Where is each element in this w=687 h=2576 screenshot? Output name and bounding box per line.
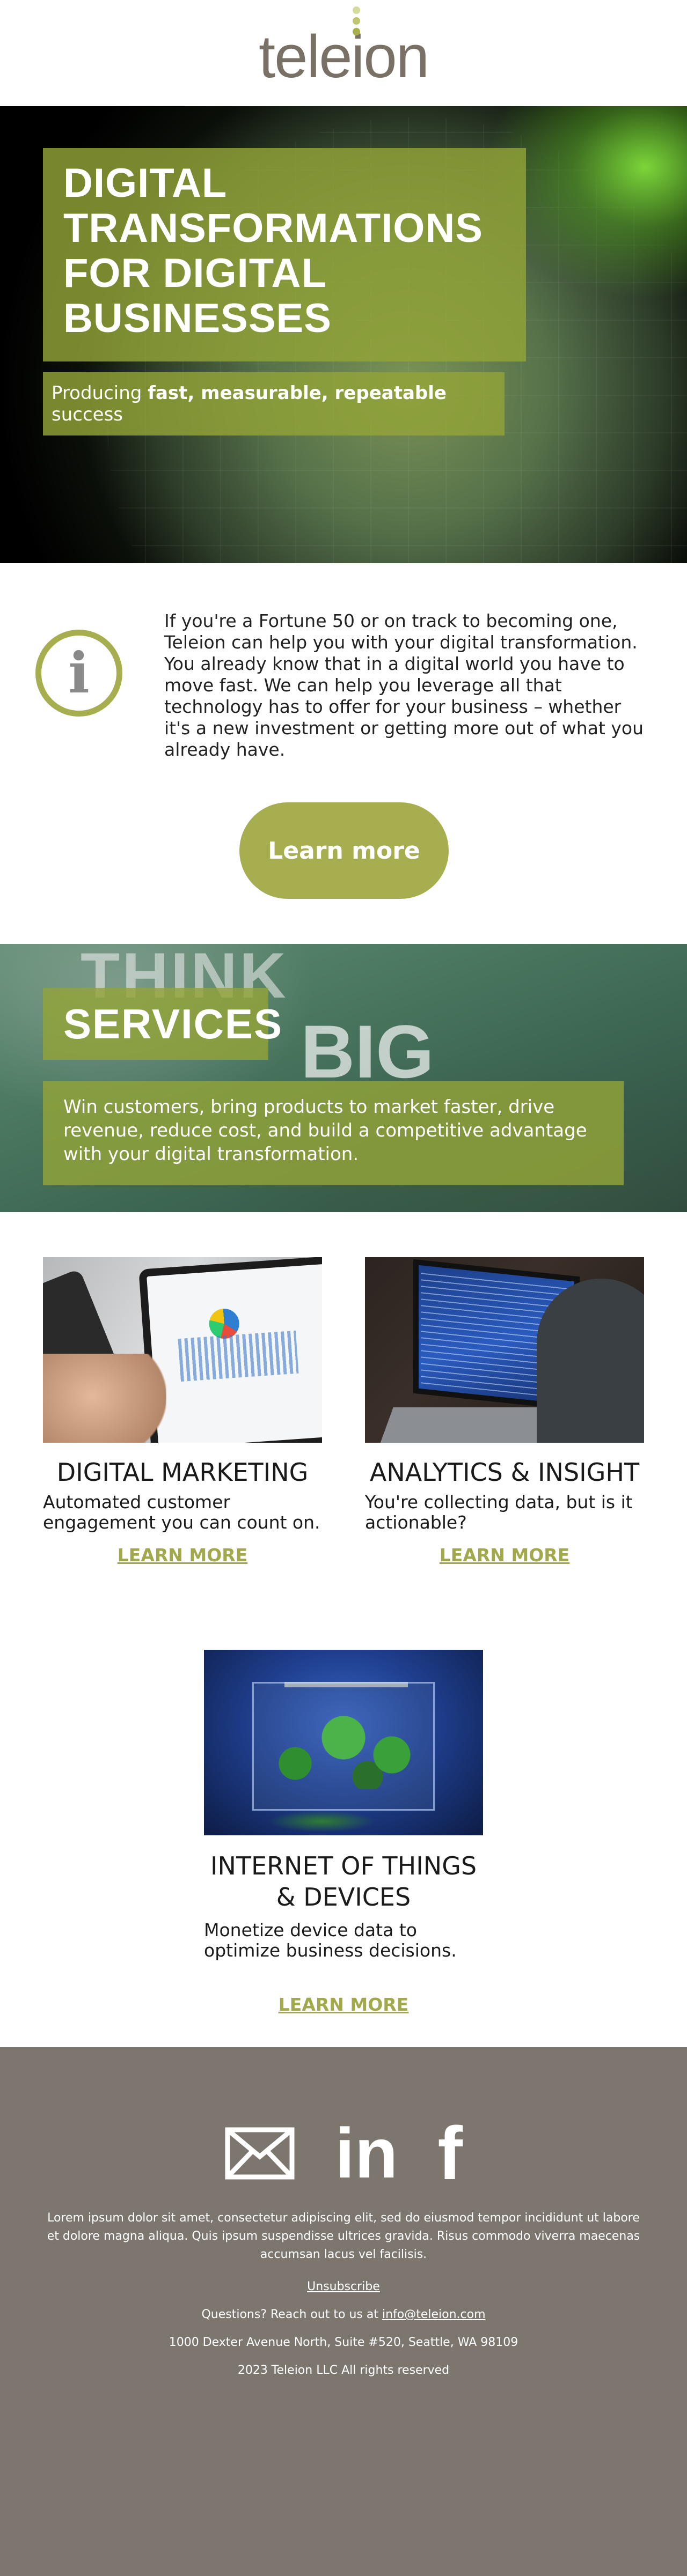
services-title: SERVICES xyxy=(63,1000,283,1047)
mail-icon[interactable] xyxy=(224,2127,295,2180)
contact-email-link[interactable]: info@teleion.com xyxy=(382,2308,486,2321)
hero-subtitle-bold: fast, measurable, repeatable xyxy=(148,382,447,404)
footer-lorem: Lorem ipsum dolor sit amet, consectetur … xyxy=(47,2211,640,2261)
footer-questions: Questions? Reach out to us at info@telei… xyxy=(43,2306,644,2324)
facebook-icon[interactable]: f xyxy=(437,2116,463,2191)
questions-prefix: Questions? Reach out to us at xyxy=(201,2308,382,2321)
info-icon: i xyxy=(35,630,122,717)
card-title: DIGITAL MARKETING xyxy=(56,1458,309,1487)
social-links: in f xyxy=(0,2116,687,2191)
unsubscribe-link[interactable]: Unsubscribe xyxy=(307,2280,380,2293)
footer-address: 1000 Dexter Avenue North, Suite #520, Se… xyxy=(169,2336,518,2349)
services-banner: THINK BIG SERVICES Win customers, bring … xyxy=(0,944,687,1212)
card-digital-marketing: DIGITAL MARKETING Automated customer eng… xyxy=(43,1257,322,1566)
hero-title-box: DIGITAL TRANSFORMATIONS FOR DIGITAL BUSI… xyxy=(43,148,526,361)
hero-subtitle-box: Producing fast, measurable, repeatable s… xyxy=(43,372,505,436)
digital-marketing-image xyxy=(43,1257,322,1443)
facebook-label: f xyxy=(437,2111,463,2195)
hero-subtitle-prefix: Producing xyxy=(52,382,148,404)
intro-text: If you're a Fortune 50 or on track to be… xyxy=(164,610,644,760)
card-description: You're collecting data, but is it action… xyxy=(365,1492,633,1533)
intro-section: i If you're a Fortune 50 or on track to … xyxy=(0,563,687,944)
learn-more-link[interactable]: LEARN MORE xyxy=(43,1545,322,1566)
services-title-box: SERVICES xyxy=(43,988,282,1060)
card-internet-of-things: INTERNET OF THINGS & DEVICES Monetize de… xyxy=(204,1650,483,2015)
learn-more-link[interactable]: LEARN MORE xyxy=(365,1545,644,1566)
card-description: Automated customer engagement you can co… xyxy=(43,1492,320,1533)
hero-title: DIGITAL TRANSFORMATIONS FOR DIGITAL BUSI… xyxy=(63,160,483,341)
internet-of-things-image xyxy=(204,1650,483,1835)
hero-banner: DIGITAL TRANSFORMATIONS FOR DIGITAL BUSI… xyxy=(0,106,687,563)
analytics-insight-image xyxy=(365,1257,644,1443)
logo-dots xyxy=(350,6,362,39)
learn-more-link[interactable]: LEARN MORE xyxy=(204,1994,483,2015)
service-cards: DIGITAL MARKETING Automated customer eng… xyxy=(0,1212,687,2047)
services-description: Win customers, bring products to market … xyxy=(63,1096,587,1165)
email-footer: in f Lorem ipsum dolor sit amet, consect… xyxy=(0,2047,687,2576)
linkedin-label: in xyxy=(335,2114,398,2193)
learn-more-button[interactable]: Learn more xyxy=(239,802,449,899)
services-description-box: Win customers, bring products to market … xyxy=(43,1081,624,1185)
teleion-logo[interactable]: teleion xyxy=(258,6,429,90)
card-title: ANALYTICS & INSIGHT xyxy=(369,1458,640,1487)
hero-subtitle-suffix: success xyxy=(52,404,123,425)
email-header: teleion xyxy=(0,0,687,106)
card-title: INTERNET OF THINGS & DEVICES xyxy=(210,1851,477,1911)
linkedin-icon[interactable]: in xyxy=(335,2118,398,2189)
hero-subtitle: Producing fast, measurable, repeatable s… xyxy=(52,382,496,425)
card-analytics-insight: ANALYTICS & INSIGHT You're collecting da… xyxy=(365,1257,644,1566)
footer-copyright: 2023 Teleion LLC All rights reserved xyxy=(237,2364,450,2377)
card-description: Monetize device data to optimize busines… xyxy=(204,1920,457,1961)
logo-text: teleion xyxy=(258,23,429,90)
